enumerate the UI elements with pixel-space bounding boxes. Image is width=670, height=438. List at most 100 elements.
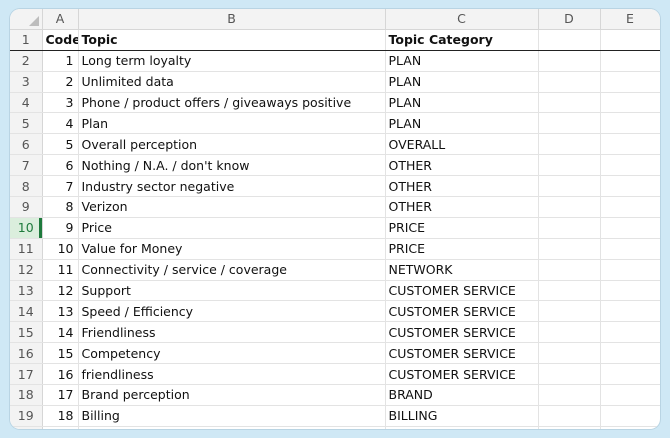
cell-code[interactable]: 4 xyxy=(42,112,79,135)
row-header[interactable]: 12 xyxy=(10,259,43,281)
cell-code[interactable]: 1 xyxy=(42,50,79,72)
cell-code-header[interactable]: Code xyxy=(42,29,79,51)
cell-category[interactable]: PRICE xyxy=(385,217,539,239)
cell-empty[interactable] xyxy=(538,154,601,177)
cell-empty[interactable] xyxy=(600,175,660,198)
row-header[interactable]: 17 xyxy=(10,363,43,386)
row-header[interactable]: 13 xyxy=(10,280,43,302)
row-header[interactable]: 18 xyxy=(10,384,43,406)
row-header[interactable]: 5 xyxy=(10,112,43,135)
cell-code[interactable]: 14 xyxy=(42,321,79,344)
cell-topic[interactable]: Billing xyxy=(78,405,386,427)
row-header[interactable]: 10 xyxy=(10,217,43,239)
cell-category[interactable]: PRICE xyxy=(385,238,539,260)
cell-code[interactable]: 13 xyxy=(42,300,79,323)
cell-empty[interactable] xyxy=(600,154,660,177)
column-header-e[interactable]: E xyxy=(600,9,660,30)
cell-code[interactable]: 5 xyxy=(42,133,79,156)
cell-topic[interactable]: Value for Money xyxy=(78,238,386,260)
cell-topic[interactable]: Industry sector negative xyxy=(78,175,386,198)
row-header[interactable]: 16 xyxy=(10,342,43,365)
cell-topic[interactable]: Verizon xyxy=(78,196,386,218)
cell-empty[interactable] xyxy=(600,405,660,427)
cell-code[interactable]: 6 xyxy=(42,154,79,177)
cell-empty[interactable] xyxy=(600,71,660,93)
cell-empty[interactable] xyxy=(600,29,660,51)
cell-empty[interactable] xyxy=(600,384,660,406)
cell-code[interactable]: 2 xyxy=(42,71,79,93)
cell-category[interactable]: OTHER xyxy=(385,175,539,198)
cell-topic[interactable]: Price xyxy=(78,217,386,239)
cell-topic[interactable]: Long term loyalty xyxy=(78,50,386,72)
cell-topic[interactable]: Plan xyxy=(78,112,386,135)
cell-empty[interactable] xyxy=(538,50,601,72)
cell-code[interactable]: 7 xyxy=(42,175,79,198)
cell-empty[interactable] xyxy=(538,217,601,239)
row-header[interactable]: 4 xyxy=(10,92,43,114)
cell-empty[interactable] xyxy=(538,175,601,198)
row-header[interactable]: 19 xyxy=(10,405,43,427)
cell-category-header[interactable]: Topic Category xyxy=(385,29,539,51)
cell-category[interactable]: COLOR xyxy=(385,426,539,429)
row-header[interactable]: 20 xyxy=(10,426,43,429)
cell-code[interactable]: 11 xyxy=(42,259,79,281)
row-header[interactable]: 11 xyxy=(10,238,43,260)
cell-empty[interactable] xyxy=(538,384,601,406)
cell-empty[interactable] xyxy=(600,321,660,344)
cell-code[interactable]: 9 xyxy=(42,217,79,239)
cell-empty[interactable] xyxy=(538,238,601,260)
cell-empty[interactable] xyxy=(538,321,601,344)
cell-empty[interactable] xyxy=(600,133,660,156)
cell-empty[interactable] xyxy=(600,426,660,429)
cell-empty[interactable] xyxy=(538,426,601,429)
row-header[interactable]: 14 xyxy=(10,300,43,323)
cell-category[interactable]: PLAN xyxy=(385,71,539,93)
cell-code[interactable]: 17 xyxy=(42,384,79,406)
cell-code[interactable]: 19 xyxy=(42,426,79,429)
cell-category[interactable]: BILLING xyxy=(385,405,539,427)
cell-empty[interactable] xyxy=(600,363,660,386)
cell-empty[interactable] xyxy=(538,342,601,365)
cell-category[interactable]: PLAN xyxy=(385,92,539,114)
cell-topic[interactable]: Color xyxy=(78,426,386,429)
row-header[interactable]: 2 xyxy=(10,50,43,72)
cell-topic[interactable]: Phone / product offers / giveaways posit… xyxy=(78,92,386,114)
cell-category[interactable]: OVERALL xyxy=(385,133,539,156)
cell-category[interactable]: BRAND xyxy=(385,384,539,406)
cell-code[interactable]: 18 xyxy=(42,405,79,427)
cell-category[interactable]: CUSTOMER SERVICE xyxy=(385,280,539,302)
cell-empty[interactable] xyxy=(538,196,601,218)
cell-code[interactable]: 3 xyxy=(42,92,79,114)
select-all-corner[interactable] xyxy=(10,9,43,30)
cell-topic[interactable]: Competency xyxy=(78,342,386,365)
cell-empty[interactable] xyxy=(538,92,601,114)
cell-topic[interactable]: Brand perception xyxy=(78,384,386,406)
cell-topic[interactable]: Nothing / N.A. / don't know xyxy=(78,154,386,177)
cell-empty[interactable] xyxy=(600,217,660,239)
cell-empty[interactable] xyxy=(538,363,601,386)
cell-topic[interactable]: Connectivity / service / coverage xyxy=(78,259,386,281)
cell-empty[interactable] xyxy=(538,405,601,427)
cell-empty[interactable] xyxy=(600,342,660,365)
cell-empty[interactable] xyxy=(538,300,601,323)
cell-topic[interactable]: Unlimited data xyxy=(78,71,386,93)
row-header[interactable]: 1 xyxy=(10,29,43,51)
cell-code[interactable]: 12 xyxy=(42,280,79,302)
cell-topic[interactable]: Support xyxy=(78,280,386,302)
cell-code[interactable]: 8 xyxy=(42,196,79,218)
row-header[interactable]: 6 xyxy=(10,133,43,156)
cell-empty[interactable] xyxy=(538,280,601,302)
cell-category[interactable]: OTHER xyxy=(385,154,539,177)
cell-empty[interactable] xyxy=(538,29,601,51)
cell-empty[interactable] xyxy=(600,196,660,218)
row-header[interactable]: 3 xyxy=(10,71,43,93)
cell-category[interactable]: NETWORK xyxy=(385,259,539,281)
cell-code[interactable]: 15 xyxy=(42,342,79,365)
cell-category[interactable]: OTHER xyxy=(385,196,539,218)
cell-category[interactable]: CUSTOMER SERVICE xyxy=(385,363,539,386)
column-header-a[interactable]: A xyxy=(42,9,79,30)
cell-code[interactable]: 10 xyxy=(42,238,79,260)
cell-empty[interactable] xyxy=(600,259,660,281)
cell-topic[interactable]: Overall perception xyxy=(78,133,386,156)
cell-empty[interactable] xyxy=(538,71,601,93)
